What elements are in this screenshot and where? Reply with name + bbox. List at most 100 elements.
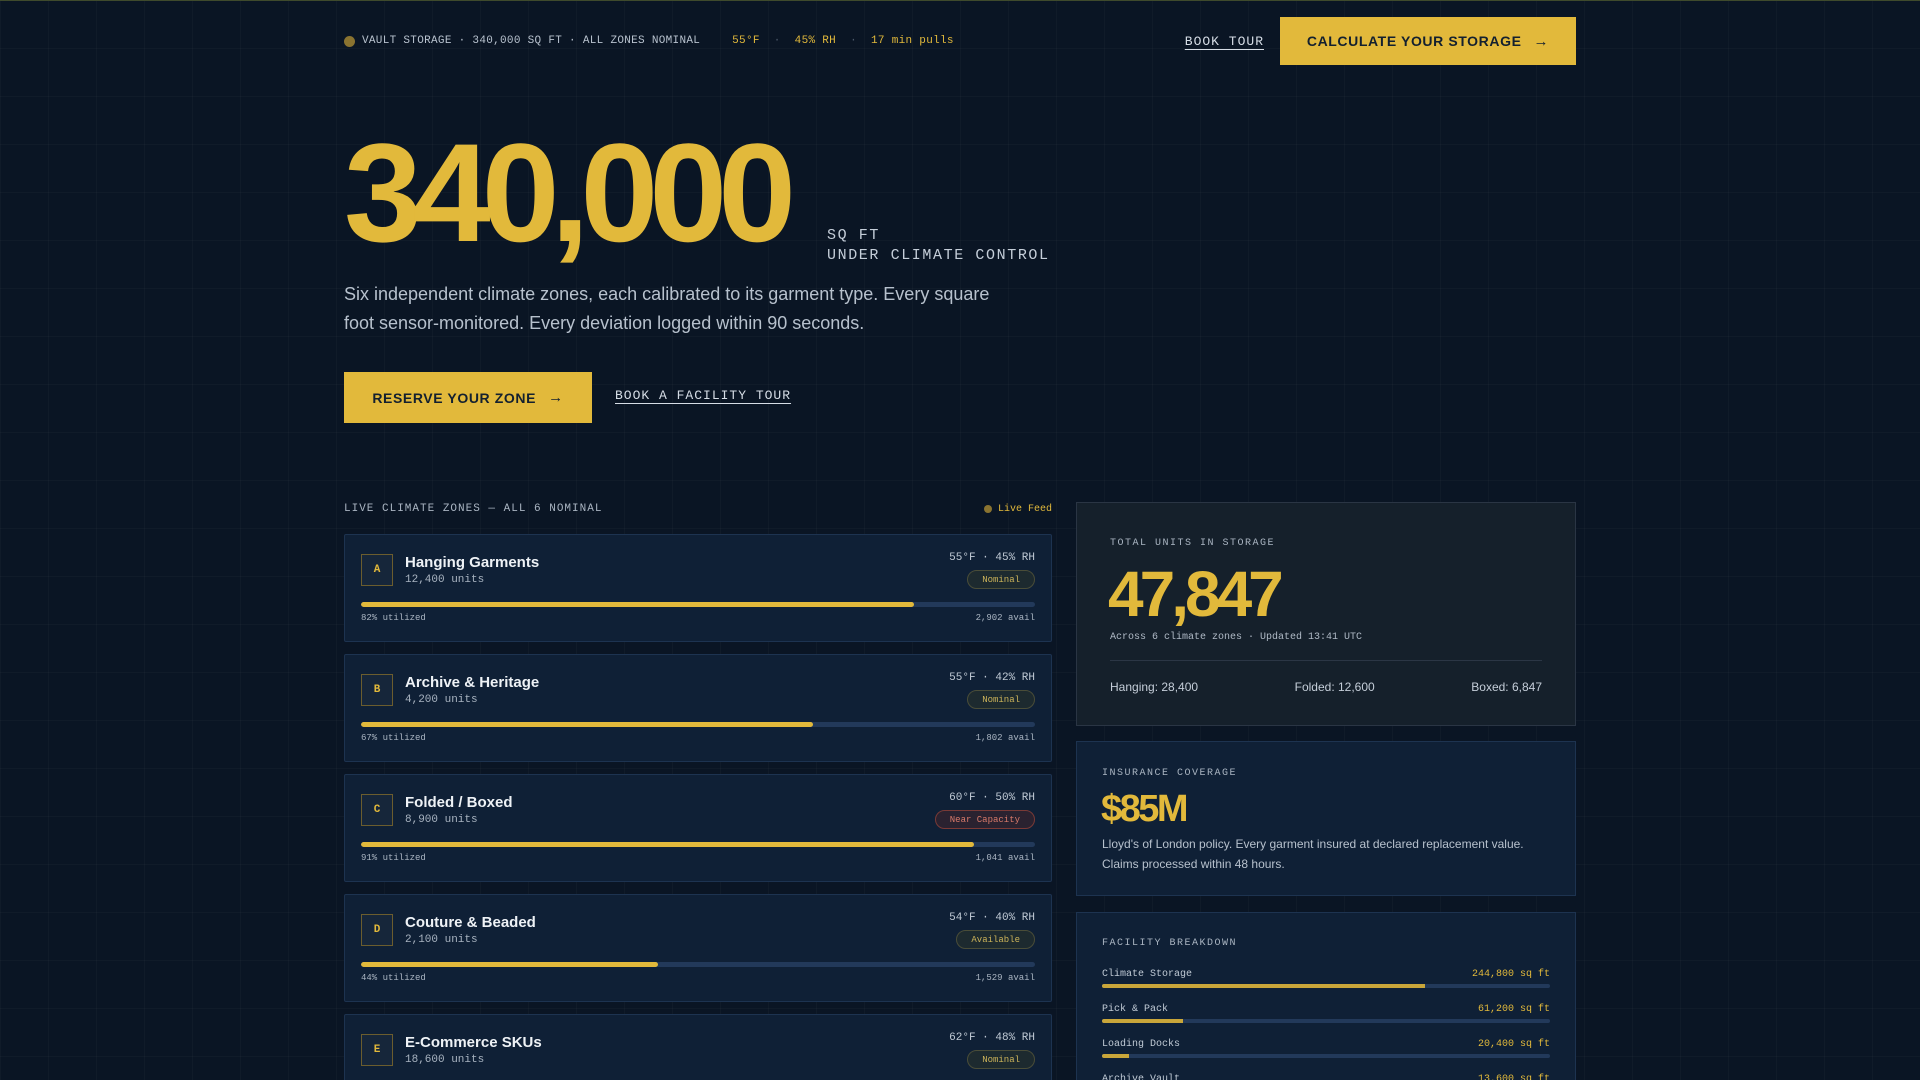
- status-pulls: 17 min pulls: [871, 35, 954, 47]
- facility-value: 244,800 sq ft: [1471, 969, 1550, 980]
- facility-value: 13,600 sq ft: [1477, 1074, 1550, 1080]
- facility-row: Pick & Pack 61,200 sq ft: [1102, 1004, 1550, 1039]
- zone-letter-badge: E: [361, 1034, 393, 1066]
- zone-card-d[interactable]: D Couture & Beaded 2,100 units 54°F · 40% R…: [344, 894, 1052, 1002]
- divider: [1110, 660, 1542, 661]
- live-feed-indicator: Live Feed: [983, 503, 1052, 515]
- utilization-label: 67% utilized: [361, 733, 426, 743]
- arrow-right-icon: →: [1533, 32, 1550, 50]
- top-bar: VAULT STORAGE · 340,000 SQ FT · ALL ZONE…: [344, 17, 1576, 65]
- zone-list: A Hanging Garments 12,400 units 55°F · 45% …: [344, 534, 1052, 1080]
- status-humidity: 45% RH: [794, 35, 837, 47]
- total-units-panel: TOTAL UNITS IN STORAGE 47,847 Across 6 c…: [1076, 502, 1576, 726]
- facility-name: Pick & Pack: [1102, 1004, 1169, 1015]
- zone-name: Folded / Boxed: [405, 794, 513, 811]
- zone-card-c[interactable]: C Folded / Boxed 8,900 units 60°F · 50% RH N…: [344, 774, 1052, 882]
- facility-row: Archive Vault 13,600 sq ft: [1102, 1074, 1550, 1080]
- zone-units: 2,100 units: [405, 934, 478, 946]
- available-label: 1,529 avail: [975, 973, 1035, 983]
- utilization-label: 44% utilized: [361, 973, 426, 983]
- hero-unit-label: SQ FT UNDER CLIMATE CONTROL: [827, 226, 1050, 266]
- utilization-bar: [361, 842, 1035, 847]
- facility-bar-fill: [1102, 1019, 1183, 1023]
- facility-value: 20,400 sq ft: [1477, 1039, 1550, 1050]
- facility-label: FACILITY BREAKDOWN: [1102, 938, 1238, 949]
- facility-row: Loading Docks 20,400 sq ft: [1102, 1039, 1550, 1074]
- status-badge: Near Capacity: [934, 810, 1035, 829]
- status-badge: Nominal: [967, 1050, 1035, 1069]
- utilization-fill: [361, 962, 658, 967]
- total-units-label: TOTAL UNITS IN STORAGE: [1110, 538, 1276, 549]
- utilization-label: 91% utilized: [361, 853, 426, 863]
- utilization-fill: [361, 842, 975, 847]
- folded-count: Folded: 12,600: [1294, 680, 1375, 694]
- hanging-count: Hanging: 28,400: [1110, 680, 1199, 694]
- utilization-bar: [361, 962, 1035, 967]
- zone-conditions: 60°F · 50% RH: [949, 792, 1035, 804]
- insurance-description: Lloyd's of London policy. Every garment …: [1102, 837, 1524, 871]
- total-units-subtitle: Across 6 climate zones · Updated 13:41 U…: [1110, 632, 1363, 643]
- facility-bar-fill: [1102, 984, 1425, 988]
- zone-letter-badge: D: [361, 914, 393, 946]
- status-badge: Available: [956, 930, 1035, 949]
- top-actions: BOOK TOUR CALCULATE YOUR STORAGE →: [1185, 17, 1576, 65]
- arrow-right-icon: →: [548, 389, 564, 406]
- total-units-number: 47,847: [1108, 558, 1284, 630]
- hero-unit-line1: SQ FT: [827, 227, 881, 244]
- zones-title: LIVE CLIMATE ZONES — ALL 6 NOMINAL: [344, 503, 603, 515]
- utilization-fill: [361, 602, 914, 607]
- facility-value: 61,200 sq ft: [1477, 1004, 1550, 1015]
- hero-unit-line2: UNDER CLIMATE CONTROL: [827, 247, 1050, 264]
- status-strip: VAULT STORAGE · 340,000 SQ FT · ALL ZONE…: [344, 35, 954, 47]
- facility-bar-fill: [1102, 1054, 1129, 1058]
- utilization-bar: [361, 722, 1035, 727]
- utilization-bar: [361, 602, 1035, 607]
- facility-name: Archive Vault: [1102, 1074, 1181, 1080]
- boxed-count: Boxed: 6,847: [1471, 680, 1542, 694]
- zone-name: Couture & Beaded: [405, 914, 536, 931]
- zone-name: Archive & Heritage: [405, 674, 540, 691]
- book-tour-link[interactable]: BOOK TOUR: [1185, 34, 1264, 49]
- facility-name: Climate Storage: [1102, 969, 1193, 980]
- insurance-panel: INSURANCE COVERAGE $85M Lloyd's of Londo…: [1076, 741, 1576, 896]
- calculate-storage-label: CALCULATE YOUR STORAGE: [1306, 33, 1522, 49]
- status-badge: Nominal: [967, 690, 1035, 709]
- status-separator: ·: [773, 35, 781, 47]
- facility-tour-link[interactable]: BOOK A FACILITY TOUR: [615, 388, 791, 403]
- zone-conditions: 55°F · 42% RH: [949, 672, 1035, 684]
- live-dot-icon: [983, 505, 992, 513]
- zone-card-a[interactable]: A Hanging Garments 12,400 units 55°F · 45% …: [344, 534, 1052, 642]
- zone-units: 12,400 units: [405, 574, 485, 586]
- facility-row: Climate Storage 244,800 sq ft: [1102, 969, 1550, 1004]
- utilization-fill: [361, 722, 813, 727]
- top-accent-line: [0, 0, 1920, 1]
- facility-bar: [1102, 1054, 1550, 1058]
- zone-card-e[interactable]: E E-Commerce SKUs 18,600 units 62°F · 48% R…: [344, 1014, 1052, 1080]
- zone-card-b[interactable]: B Archive & Heritage 4,200 units 55°F · 42%…: [344, 654, 1052, 762]
- status-text: VAULT STORAGE · 340,000 SQ FT · ALL ZONE…: [362, 35, 701, 47]
- available-label: 1,802 avail: [975, 733, 1035, 743]
- status-separator: ·: [850, 35, 857, 47]
- zone-units: 4,200 units: [405, 694, 478, 706]
- live-feed-label: Live Feed: [997, 503, 1052, 515]
- facility-name: Loading Docks: [1102, 1039, 1181, 1050]
- reserve-zone-label: RESERVE YOUR ZONE: [372, 389, 537, 406]
- calculate-storage-button[interactable]: CALCULATE YOUR STORAGE →: [1280, 17, 1576, 65]
- zone-name: Hanging Garments: [405, 554, 540, 571]
- hero-square-footage: 340,000: [344, 114, 796, 271]
- zone-conditions: 54°F · 40% RH: [949, 912, 1035, 924]
- zone-units: 18,600 units: [405, 1054, 485, 1066]
- zone-letter-badge: B: [361, 674, 393, 706]
- available-label: 2,902 avail: [975, 613, 1035, 623]
- reserve-zone-button[interactable]: RESERVE YOUR ZONE →: [344, 372, 592, 423]
- status-badge: Nominal: [967, 570, 1035, 589]
- status-dot-icon: [344, 35, 355, 47]
- zones-header: LIVE CLIMATE ZONES — ALL 6 NOMINAL Live …: [344, 503, 1052, 515]
- total-breakdown: Hanging: 28,400 Folded: 12,600 Boxed: 6,…: [1110, 680, 1542, 694]
- insurance-label: INSURANCE COVERAGE: [1102, 768, 1238, 779]
- facility-bar: [1102, 1019, 1550, 1023]
- facility-breakdown-panel: FACILITY BREAKDOWN Climate Storage 244,80…: [1076, 912, 1576, 1080]
- facility-list: Climate Storage 244,800 sq ft Pick & Pack 6…: [1102, 969, 1550, 1080]
- zone-units: 8,900 units: [405, 814, 478, 826]
- zone-name: E-Commerce SKUs: [405, 1034, 542, 1051]
